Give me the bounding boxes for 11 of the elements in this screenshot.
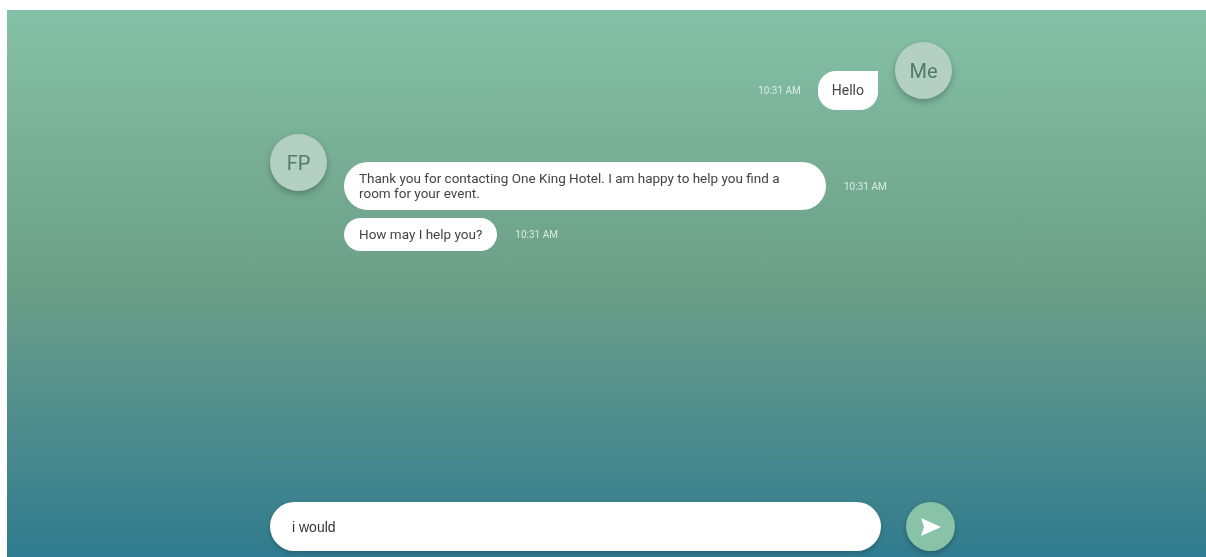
avatar: Me (895, 42, 952, 99)
message-bubble: How may I help you? (344, 218, 498, 251)
message-time: 10:31 AM (758, 84, 801, 98)
send-icon (920, 517, 941, 536)
message-time: 10:31 AM (515, 228, 558, 242)
message-bubble: Hello (817, 71, 878, 110)
send-button[interactable] (906, 502, 955, 551)
message-time: 10:31 AM (844, 179, 887, 194)
message-bubble: Thank you for contacting One King Hotel. I am happy to help you find a room for your event. (344, 162, 826, 210)
message-input[interactable]: i would (270, 502, 881, 551)
avatar: FP (270, 134, 327, 191)
